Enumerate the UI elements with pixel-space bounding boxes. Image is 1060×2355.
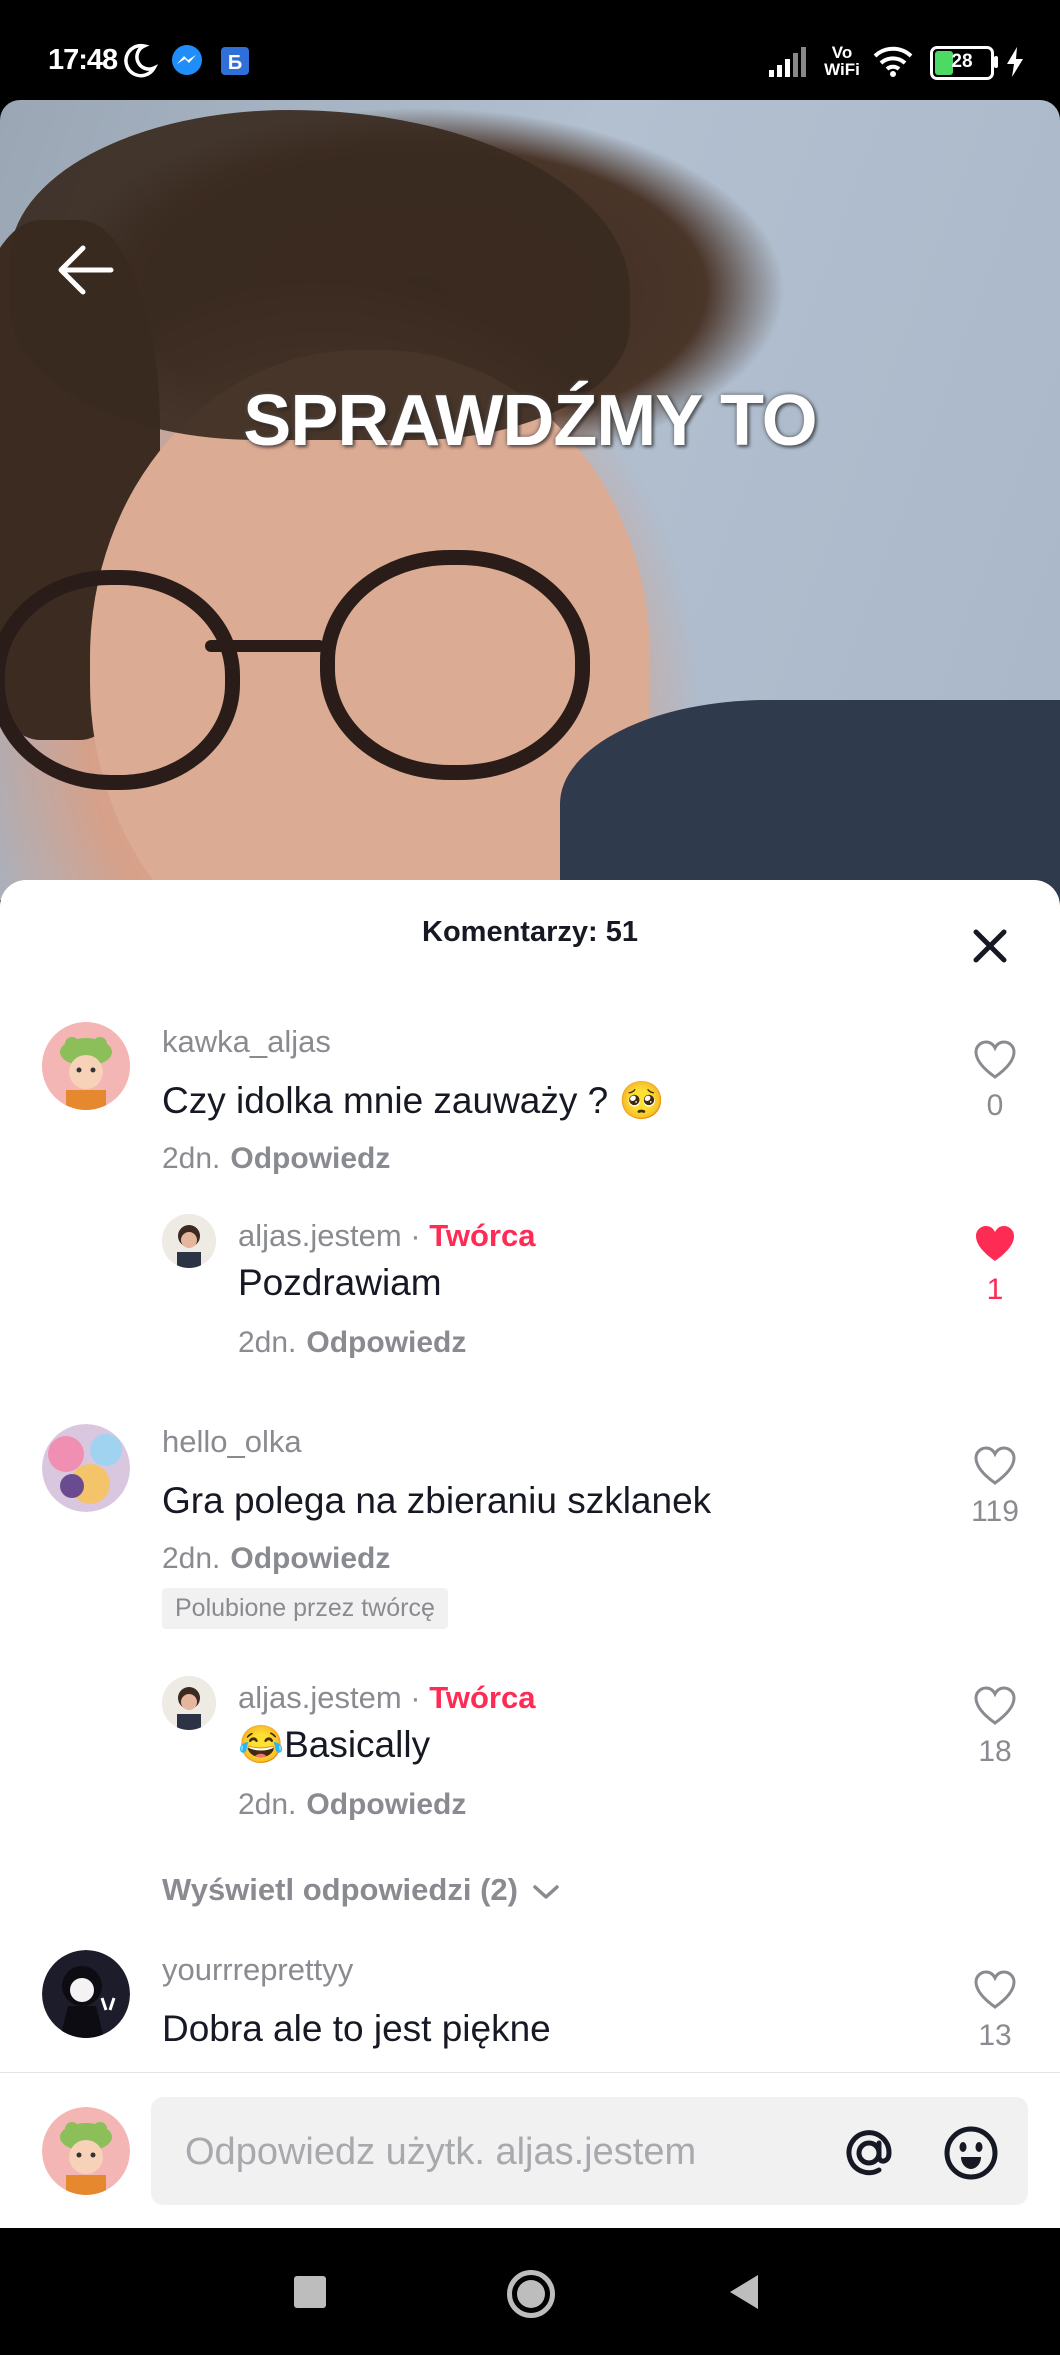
back-arrow-icon[interactable] [55,240,115,300]
comment-meta: 2dn. Odpowiedz [162,1542,390,1576]
comment-text: Gra polega na zbieraniu szklanek [162,1480,712,1521]
emoji-icon[interactable] [943,2125,999,2181]
comment-item: kawka_aljas Czy idolka mnie zauważy ? 🥺 … [0,1010,1060,1175]
liked-by-creator-badge: Polubione przez twórcę [162,1588,448,1629]
comment-meta: 2dn. Odpowiedz [238,1788,466,1822]
recents-button[interactable] [294,2276,326,2308]
creator-avatar-image [162,1676,216,1730]
creator-avatar-image [162,1214,216,1268]
comment-text: Pozdrawiam [238,1262,442,1303]
comments-sheet: Komentarzy: 51 kawka_aljas Czy idolka mn… [0,880,1060,2228]
comment-input-bar [0,2072,1060,2229]
app-notification-icon: Б [221,47,249,75]
view-replies-label: Wyświetl odpowiedzi (2) [162,1872,518,1907]
comment-text: Dobra ale to jest piękne [162,2008,551,2049]
frog-hat-avatar-image [42,1022,130,1110]
comment-date: 2dn. [162,1142,221,1175]
comment-meta: 2dn. Odpowiedz [162,1142,390,1176]
reply-item: aljas.jestem · Twórca 😂Basically 2dn. Odp… [0,1672,1060,1832]
like-button[interactable]: 13 [955,1970,1035,2053]
vowifi-indicator: Vo WiFi [824,43,860,79]
charging-bolt-icon [1007,47,1023,77]
comment-item: hello_olka Gra polega na zbieraniu szkla… [0,1424,1060,1629]
glasses-right-lens [320,550,590,780]
frog-hat-avatar-image [42,2107,130,2195]
comment-input[interactable] [183,2097,787,2207]
chevron-down-icon [532,1885,559,1899]
comment-text: 😂Basically [238,1724,431,1765]
back-triangle-icon[interactable] [726,2272,762,2312]
like-count: 1 [986,1273,1004,1306]
reply-button[interactable]: Odpowiedz [230,1542,390,1575]
my-avatar[interactable] [42,2107,130,2195]
creator-badge: Twórca [429,1680,536,1715]
comment-date: 2dn. [238,1326,297,1359]
status-time: 17:48 [48,44,118,76]
like-button[interactable]: 18 [955,1686,1035,1769]
messenger-icon [172,45,202,75]
dark-character-avatar-image [42,1950,130,2038]
avatar[interactable] [162,1214,216,1268]
comments-count-title: Komentarzy: 51 [422,916,638,948]
like-count: 0 [986,1089,1004,1122]
reply-username: aljas.jestem · Twórca [238,1218,536,1253]
heart-outline-icon [974,1970,1016,2009]
colorful-photo-avatar-image [42,1424,130,1512]
glasses-left-lens [0,570,240,790]
heart-outline-icon [974,1686,1016,1725]
comment-username[interactable]: kawka_aljas [162,1024,331,1060]
comment-item: yourrreprettyy Dobra ale to jest piękne … [0,1948,1060,2088]
like-count: 119 [971,1495,1019,1528]
close-icon[interactable] [968,924,1012,968]
avatar[interactable] [42,1424,130,1512]
reply-button[interactable]: Odpowiedz [230,1142,390,1175]
video-preview[interactable]: SPRAWDŹMY TO [0,100,1060,900]
battery-level: 28 [951,51,973,72]
comment-meta: 2dn. Odpowiedz [238,1326,466,1360]
cellular-signal-icon [769,47,806,77]
video-caption-text: SPRAWDŹMY TO [243,381,817,461]
comment-input-box [151,2097,1028,2207]
battery-icon: 28 [930,46,994,80]
heart-filled-icon [976,1226,1014,1261]
mention-at-icon[interactable] [841,2125,897,2181]
status-bar: 17:48 Б Vo WiFi 28 [0,0,1060,100]
avatar[interactable] [42,1950,130,2038]
svg-text:Б: Б [228,52,242,74]
avatar[interactable] [42,1022,130,1110]
system-nav-bar [0,2228,1060,2355]
reply-button[interactable]: Odpowiedz [306,1326,466,1359]
wifi-icon [873,46,913,77]
reply-item: aljas.jestem · Twórca Pozdrawiam 2dn. Odp… [0,1210,1060,1370]
like-button[interactable]: 1 [955,1224,1035,1307]
comment-text: Czy idolka mnie zauważy ? 🥺 [162,1080,665,1121]
home-button[interactable] [507,2270,555,2318]
comment-date: 2dn. [238,1788,297,1821]
like-count: 13 [978,2019,1012,2052]
moon-icon [124,43,158,78]
comment-username[interactable]: yourrreprettyy [162,1952,353,1988]
creator-badge: Twórca [429,1218,536,1253]
reply-button[interactable]: Odpowiedz [306,1788,466,1821]
comment-username[interactable]: hello_olka [162,1424,302,1460]
heart-outline-icon [974,1446,1016,1485]
heart-outline-icon [974,1040,1016,1079]
reply-username: aljas.jestem · Twórca [238,1680,536,1715]
like-count: 18 [978,1735,1012,1768]
comment-date: 2dn. [162,1542,221,1575]
like-button[interactable]: 0 [955,1040,1035,1123]
view-replies-button[interactable]: Wyświetl odpowiedzi (2) [162,1872,561,1908]
avatar[interactable] [162,1676,216,1730]
like-button[interactable]: 119 [955,1446,1035,1529]
